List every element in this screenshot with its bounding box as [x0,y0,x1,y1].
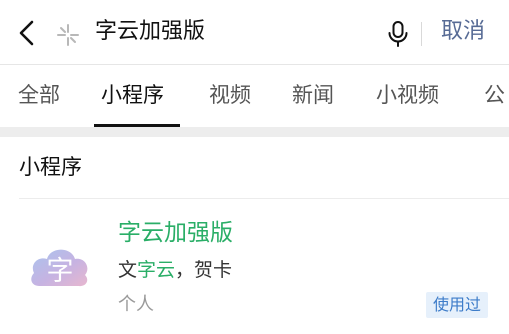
used-badge: 使用过 [426,292,488,318]
search-divider [421,22,422,46]
section-gap [0,127,509,137]
microphone-icon[interactable] [386,20,410,48]
app-description-prefix: 文 [118,259,138,281]
section-divider [19,198,509,199]
tab-mini-programs[interactable]: 小程序 [101,80,164,110]
search-spark-icon [55,22,81,48]
app-logo: 字 [27,238,93,294]
tab-all[interactable]: 全部 [18,80,60,110]
tab-bar: 全部 小程序 视频 新闻 小视频 公 [0,65,509,127]
search-bar: 字云加强版 取消 [0,0,509,64]
back-icon[interactable] [14,18,42,48]
mini-program-result[interactable]: 字 字云加强版 文字云，贺卡 个人 使用过 [0,200,509,334]
svg-text:字: 字 [47,256,74,287]
app-owner: 个人 [118,294,154,315]
section-title: 小程序 [19,155,82,179]
app-description: 文字云，贺卡 [118,256,232,284]
cancel-button[interactable]: 取消 [441,16,485,48]
search-input[interactable]: 字云加强版 [95,16,205,48]
tab-videos[interactable]: 视频 [209,80,251,110]
tab-news[interactable]: 新闻 [292,80,334,110]
app-description-suffix: ，贺卡 [175,259,233,281]
tab-short-videos[interactable]: 小视频 [376,80,439,110]
app-description-highlight: 字云 [137,259,176,281]
app-name: 字云加强版 [118,220,233,246]
tab-official-accounts[interactable]: 公 [484,80,505,110]
